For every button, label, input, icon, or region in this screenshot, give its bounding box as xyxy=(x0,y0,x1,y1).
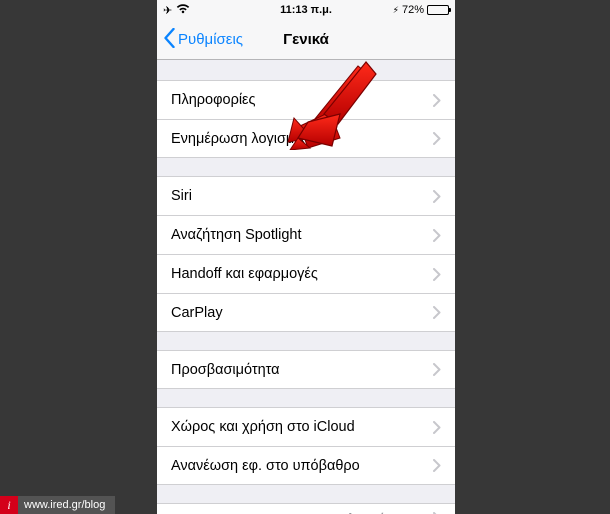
watermark-text: www.ired.gr/blog xyxy=(24,499,105,511)
row-label: Handoff και εφαρμογές xyxy=(171,266,318,282)
row-background-refresh[interactable]: Ανανέωση εφ. στο υπόβαθρο xyxy=(157,446,455,485)
charging-icon: ⚡︎ xyxy=(393,5,399,16)
section-features: Siri Αναζήτηση Spotlight Handoff και εφα… xyxy=(157,176,455,332)
airplane-icon: ✈︎ xyxy=(163,4,172,17)
back-label: Ρυθμίσεις xyxy=(178,31,243,48)
watermark: i www.ired.gr/blog xyxy=(0,496,115,514)
chevron-right-icon xyxy=(433,132,441,145)
row-autolock[interactable]: Αυτόματο κλείδωμα 1 λεπτό xyxy=(157,503,455,514)
chevron-right-icon xyxy=(433,229,441,242)
row-label: Αναζήτηση Spotlight xyxy=(171,227,302,243)
chevron-right-icon xyxy=(433,459,441,472)
row-storage-icloud[interactable]: Χώρος και χρήση στο iCloud xyxy=(157,407,455,446)
row-accessibility[interactable]: Προσβασιμότητα xyxy=(157,350,455,389)
row-label: Προσβασιμότητα xyxy=(171,362,280,378)
chevron-right-icon xyxy=(433,421,441,434)
row-about[interactable]: Πληροφορίες xyxy=(157,80,455,119)
chevron-right-icon xyxy=(433,363,441,376)
section-info: Πληροφορίες Ενημέρωση λογισμικού xyxy=(157,80,455,158)
watermark-badge: i xyxy=(0,496,18,514)
chevron-right-icon xyxy=(433,268,441,281)
battery-icon xyxy=(427,5,449,15)
back-button[interactable]: Ρυθμίσεις xyxy=(163,28,243,52)
section-accessibility: Προσβασιμότητα xyxy=(157,350,455,389)
row-carplay[interactable]: CarPlay xyxy=(157,293,455,332)
section-autolock: Αυτόματο κλείδωμα 1 λεπτό xyxy=(157,503,455,514)
section-storage: Χώρος και χρήση στο iCloud Ανανέωση εφ. … xyxy=(157,407,455,485)
phone-screen: ✈︎ 11:13 π.μ. ⚡︎ 72% Ρυθμίσεις Γενικά Πλ… xyxy=(157,0,455,514)
battery-pct: 72% xyxy=(402,4,424,16)
status-bar: ✈︎ 11:13 π.μ. ⚡︎ 72% xyxy=(157,0,455,20)
row-software-update[interactable]: Ενημέρωση λογισμικού xyxy=(157,119,455,158)
row-spotlight[interactable]: Αναζήτηση Spotlight xyxy=(157,215,455,254)
wifi-icon xyxy=(176,4,190,17)
row-handoff[interactable]: Handoff και εφαρμογές xyxy=(157,254,455,293)
row-label: Siri xyxy=(171,188,192,204)
row-label: CarPlay xyxy=(171,305,223,321)
row-label: Πληροφορίες xyxy=(171,92,256,108)
nav-bar: Ρυθμίσεις Γενικά xyxy=(157,20,455,60)
chevron-right-icon xyxy=(433,94,441,107)
chevron-right-icon xyxy=(433,190,441,203)
chevron-left-icon xyxy=(163,28,176,52)
row-label: Ενημέρωση λογισμικού xyxy=(171,131,321,147)
row-label: Χώρος και χρήση στο iCloud xyxy=(171,419,355,435)
chevron-right-icon xyxy=(433,306,441,319)
row-siri[interactable]: Siri xyxy=(157,176,455,215)
row-label: Ανανέωση εφ. στο υπόβαθρο xyxy=(171,458,360,474)
